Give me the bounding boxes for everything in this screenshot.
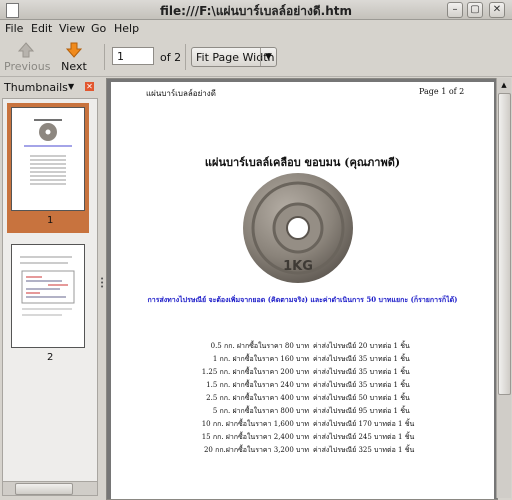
page-count-label: of 2 [160, 51, 182, 64]
plate-label: 1KG [283, 259, 313, 274]
sidebar-horizontal-scrollbar[interactable] [2, 481, 98, 496]
scrollbar-thumb[interactable] [15, 483, 73, 495]
next-button[interactable]: Next [52, 40, 96, 74]
list-item: 10 กก. ฝากซื้อในราคา 1,600 บาท ค่าส่งไปรษ… [201, 420, 415, 428]
page-number-input[interactable]: 1 [112, 47, 154, 65]
sidebar: Thumbnails ▼ ✕ 1 2 [0, 77, 98, 498]
thumbnail-list: 1 2 [2, 98, 98, 482]
document-view: แผ่นบาร์เบลล์อย่างดี Page 1 of 2 แผ่นบาร… [106, 78, 498, 500]
page-preview-image [20, 256, 75, 316]
thumbnail-label-2: 2 [47, 352, 54, 363]
menu-file[interactable]: File [5, 22, 23, 35]
sidebar-title: Thumbnails [4, 81, 68, 94]
list-item: 2.5 กก. ฝากซื้อในราคา 400 บาท ค่าส่งไปรษณ… [206, 394, 410, 402]
list-item: 20 กก.ฝากซื้อในราคา 3,200 บาท ค่าส่งไปรษณ… [203, 446, 415, 454]
list-item: 1 กก. ฝากซื้อในราคา 160 บาท ค่าส่งไปรษณีย… [212, 355, 410, 363]
next-label: Next [61, 60, 87, 73]
previous-label: Previous [4, 60, 51, 73]
document-vertical-scrollbar[interactable]: ▲ [496, 78, 511, 498]
sidebar-dropdown-icon[interactable]: ▼ [68, 82, 74, 91]
title-bar: file:///F:\แผ่นบาร์เบลล์อย่างดี.htm – ▢ … [0, 0, 512, 20]
toolbar-separator [104, 44, 105, 70]
list-item: 5 กก. ฝากซื้อในราคา 800 บาท ค่าส่งไปรษณีย… [212, 407, 410, 415]
document-title: แผ่นบาร์เบลล์เคลือบ ขอบมน (คุณภาพดี) [204, 156, 401, 169]
menu-view[interactable]: View [59, 22, 85, 35]
arrow-up-icon [18, 42, 34, 58]
zoom-select[interactable]: Fit Page Width ▼ [191, 47, 277, 67]
page-header-left: แผ่นบาร์เบลล์อย่างดี [146, 89, 216, 98]
arrow-down-icon [66, 42, 82, 58]
document-page: แผ่นบาร์เบลล์อย่างดี Page 1 of 2 แผ่นบาร… [111, 82, 494, 499]
maximize-icon[interactable]: ▢ [467, 2, 483, 18]
thumbnail-page-2[interactable] [11, 244, 85, 348]
shipping-note: การส่งทางไปรษณีย์ จะต้องเพิ่มจากยอด (คิด… [147, 295, 458, 304]
page-preview-image [24, 119, 72, 185]
menu-help[interactable]: Help [114, 22, 139, 35]
list-item: 0.5 กก. ฝากซื้อในราคา 80 บาท ค่าส่งไปรษณี… [210, 342, 410, 350]
scroll-up-icon[interactable]: ▲ [498, 79, 510, 91]
chevron-down-icon: ▼ [260, 48, 276, 66]
close-sidebar-icon[interactable]: ✕ [85, 82, 94, 91]
menu-bar: File Edit View Go Help [0, 20, 512, 37]
list-item: 15 กก. ฝากซื้อในราคา 2,400 บาท ค่าส่งไปรษ… [201, 433, 415, 441]
window-title: file:///F:\แผ่นบาร์เบลล์อย่างดี.htm [160, 4, 352, 18]
scrollbar-thumb[interactable] [498, 93, 511, 395]
minimize-icon[interactable]: – [447, 2, 463, 18]
menu-go[interactable]: Go [91, 22, 106, 35]
sidebar-header: Thumbnails ▼ ✕ [0, 77, 98, 97]
previous-button[interactable]: Previous [4, 40, 51, 74]
weight-plate-image: 1KG [243, 173, 353, 283]
thumbnail-label-1: 1 [47, 215, 54, 226]
pane-resize-handle[interactable]: • • • [99, 77, 104, 498]
menu-edit[interactable]: Edit [31, 22, 52, 35]
toolbar-separator [185, 44, 186, 70]
list-item: 1.25 กก. ฝากซื้อในราคา 200 บาท ค่าส่งไปรษ… [201, 368, 410, 376]
thumbnail-page-1[interactable] [11, 107, 85, 211]
list-item: 1.5 กก. ฝากซื้อในราคา 240 บาท ค่าส่งไปรษณ… [206, 381, 410, 389]
page-header-right: Page 1 of 2 [419, 87, 465, 96]
close-window-icon[interactable]: ✕ [489, 2, 505, 18]
